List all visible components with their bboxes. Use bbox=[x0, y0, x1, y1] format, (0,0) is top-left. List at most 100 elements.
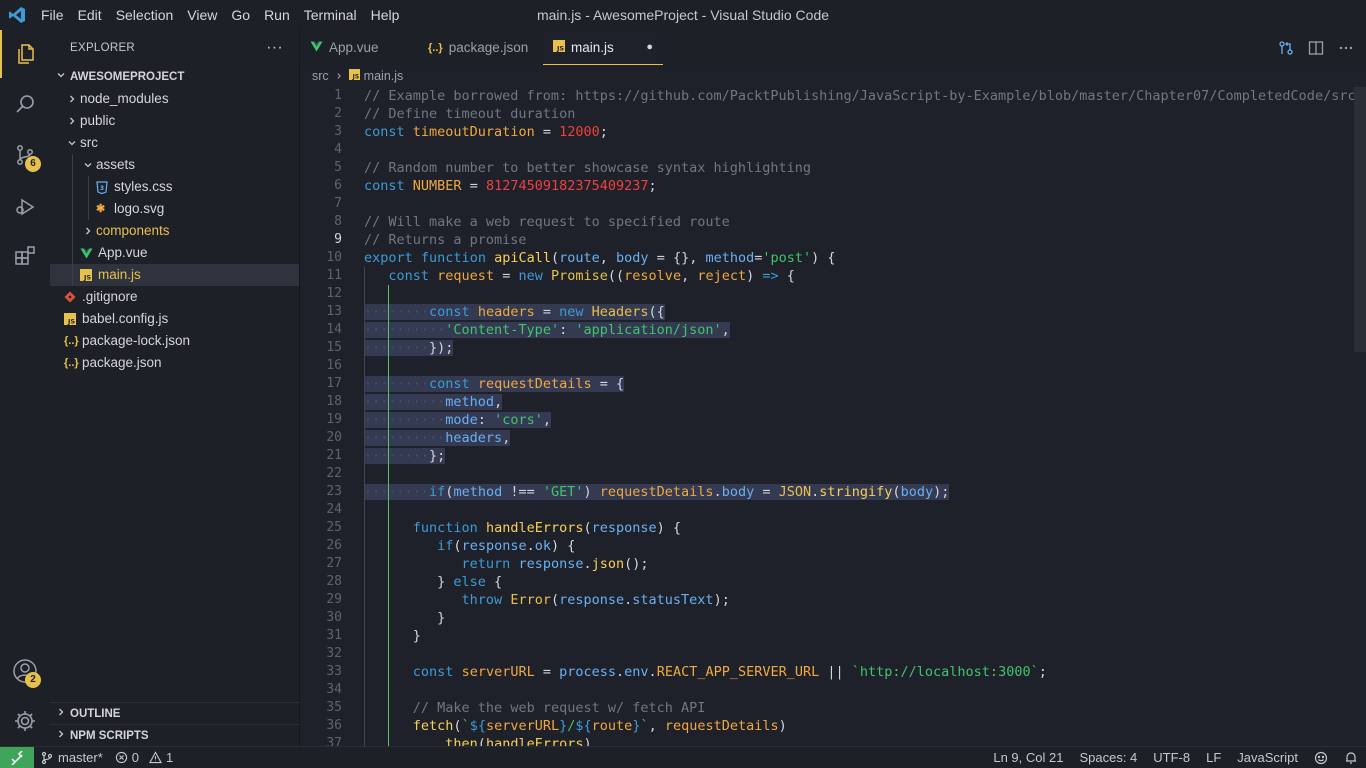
code-line[interactable]: fetch(`${serverURL}/${route}`, requestDe… bbox=[364, 717, 1366, 735]
more-actions-button[interactable]: ··· bbox=[266, 30, 283, 66]
code-line[interactable] bbox=[364, 501, 1366, 519]
code-line[interactable]: ········const requestDetails = { bbox=[364, 375, 1366, 393]
tree-file-babel-config[interactable]: JS babel.config.js bbox=[50, 308, 299, 330]
code-line[interactable] bbox=[364, 465, 1366, 483]
menu-view[interactable]: View bbox=[180, 0, 224, 30]
tree-folder-node-modules[interactable]: node_modules bbox=[50, 88, 299, 110]
tree-folder-public[interactable]: public bbox=[50, 110, 299, 132]
tree-file-app-vue[interactable]: App.vue bbox=[50, 242, 299, 264]
code-line[interactable] bbox=[364, 195, 1366, 213]
code-line[interactable]: if(response.ok) { bbox=[364, 537, 1366, 555]
indent-guide bbox=[364, 735, 365, 746]
code-line[interactable]: // Returns a promise bbox=[364, 231, 1366, 249]
menu-edit[interactable]: Edit bbox=[71, 0, 109, 30]
code-line[interactable]: ········}); bbox=[364, 339, 1366, 357]
more-icon[interactable] bbox=[1338, 40, 1354, 56]
code-line[interactable]: } bbox=[364, 627, 1366, 645]
menu-terminal[interactable]: Terminal bbox=[297, 0, 364, 30]
tree-folder-assets[interactable]: assets bbox=[50, 154, 299, 176]
code-line[interactable]: ········const headers = new Headers({ bbox=[364, 303, 1366, 321]
code-line[interactable]: function handleErrors(response) { bbox=[364, 519, 1366, 537]
tree-folder-components[interactable]: components bbox=[50, 220, 299, 242]
remote-button[interactable] bbox=[0, 746, 34, 768]
menu-selection[interactable]: Selection bbox=[109, 0, 181, 30]
active-indent-guide bbox=[388, 717, 390, 735]
code-line[interactable] bbox=[364, 285, 1366, 303]
active-indent-guide bbox=[388, 573, 390, 591]
code-line[interactable]: export function apiCall(route, body = {}… bbox=[364, 249, 1366, 267]
tree-file-main-js[interactable]: JS main.js bbox=[50, 264, 299, 286]
code-text: ········if(method !== 'GET') requestDeta… bbox=[364, 484, 950, 500]
code-line[interactable] bbox=[364, 141, 1366, 159]
branch-status[interactable]: master* bbox=[34, 750, 109, 765]
menu-help[interactable]: Help bbox=[364, 0, 407, 30]
encoding[interactable]: UTF-8 bbox=[1145, 750, 1198, 765]
tab-main-js[interactable]: JS main.js ● bbox=[543, 30, 663, 65]
tree-folder-src[interactable]: src bbox=[50, 132, 299, 154]
code-line[interactable]: const timeoutDuration = 12000; bbox=[364, 123, 1366, 141]
line-ending[interactable]: LF bbox=[1198, 750, 1229, 765]
code-editor[interactable]: 1 2 3 4 5 6 7 8 9 10 11 12 13 14 15 16 17 18 19 20 21 22 23 24 2… bbox=[300, 87, 1366, 746]
code-line[interactable]: // Make the web request w/ fetch API bbox=[364, 699, 1366, 717]
code-line[interactable]: throw Error(response.statusText); bbox=[364, 591, 1366, 609]
problems-status[interactable]: 0 1 bbox=[109, 750, 179, 765]
code-line[interactable]: ··········mode: 'cors', bbox=[364, 411, 1366, 429]
code-line[interactable]: const request = new Promise((resolve, re… bbox=[364, 267, 1366, 285]
tab-app-vue[interactable]: App.vue bbox=[300, 30, 418, 65]
code-text: ··········headers, bbox=[364, 430, 511, 446]
breadcrumb-file[interactable]: main.js bbox=[364, 65, 404, 87]
code-line[interactable] bbox=[364, 681, 1366, 699]
code-line[interactable]: ··········headers, bbox=[364, 429, 1366, 447]
tree-file-styles-css[interactable]: 3 styles.css bbox=[50, 176, 299, 198]
open-changes-icon[interactable] bbox=[1278, 40, 1294, 56]
explorer-button[interactable] bbox=[0, 30, 50, 78]
split-editor-icon[interactable] bbox=[1308, 40, 1324, 56]
code-line[interactable]: } else { bbox=[364, 573, 1366, 591]
indent-guide bbox=[364, 429, 365, 447]
code-line[interactable]: const NUMBER = 81274509182375409237; bbox=[364, 177, 1366, 195]
code-line[interactable] bbox=[364, 357, 1366, 375]
code-line[interactable]: // Define timeout duration bbox=[364, 105, 1366, 123]
feedback-button[interactable] bbox=[1306, 750, 1336, 765]
code-line[interactable]: // Will make a web request to specified … bbox=[364, 213, 1366, 231]
npm-scripts-section-header[interactable]: NPM SCRIPTS bbox=[50, 724, 300, 746]
language-mode[interactable]: JavaScript bbox=[1229, 750, 1306, 765]
outline-section-header[interactable]: OUTLINE bbox=[50, 702, 300, 724]
code-line[interactable] bbox=[364, 645, 1366, 663]
manage-button[interactable] bbox=[0, 697, 50, 745]
code-line[interactable]: ··········method, bbox=[364, 393, 1366, 411]
code-line[interactable]: } bbox=[364, 609, 1366, 627]
line-number: 22 bbox=[326, 466, 342, 481]
accounts-button[interactable]: 2 bbox=[0, 647, 50, 695]
code-line[interactable]: // Random number to better showcase synt… bbox=[364, 159, 1366, 177]
tree-file-package-lock[interactable]: {..} package-lock.json bbox=[50, 330, 299, 352]
code-text: // Returns a promise bbox=[364, 232, 527, 248]
code-line[interactable]: return response.json(); bbox=[364, 555, 1366, 573]
run-debug-button[interactable] bbox=[0, 183, 50, 231]
search-button[interactable] bbox=[0, 80, 50, 128]
code-line[interactable]: .then(handleErrors) bbox=[364, 735, 1366, 746]
menu-run[interactable]: Run bbox=[257, 0, 297, 30]
code-line[interactable]: const serverURL = process.env.REACT_APP_… bbox=[364, 663, 1366, 681]
project-section-header[interactable]: AWESOMEPROJECT bbox=[50, 66, 299, 88]
code-line[interactable]: ··········'Content-Type': 'application/j… bbox=[364, 321, 1366, 339]
menu-file[interactable]: File bbox=[34, 0, 71, 30]
code-line[interactable]: // Example borrowed from: https://github… bbox=[364, 87, 1366, 105]
code-lines[interactable]: // Example borrowed from: https://github… bbox=[364, 87, 1366, 746]
cursor-position[interactable]: Ln 9, Col 21 bbox=[985, 750, 1071, 765]
tree-label: .gitignore bbox=[82, 289, 138, 304]
breadcrumb-folder[interactable]: src bbox=[312, 65, 329, 87]
menu-go[interactable]: Go bbox=[224, 0, 257, 30]
indentation[interactable]: Spaces: 4 bbox=[1071, 750, 1145, 765]
tree-file-package-json[interactable]: {..} package.json bbox=[50, 352, 299, 374]
vertical-scrollbar[interactable] bbox=[1354, 87, 1366, 352]
code-line[interactable]: ········if(method !== 'GET') requestDeta… bbox=[364, 483, 1366, 501]
tab-package-json[interactable]: {..} package.json bbox=[418, 30, 543, 65]
source-control-button[interactable]: 6 bbox=[0, 131, 50, 179]
tree-file-gitignore[interactable]: .gitignore bbox=[50, 286, 299, 308]
code-line[interactable]: ········}; bbox=[364, 447, 1366, 465]
unsaved-dot-icon[interactable]: ● bbox=[646, 41, 653, 53]
notifications-button[interactable] bbox=[1336, 750, 1366, 765]
extensions-button[interactable] bbox=[0, 232, 50, 280]
tree-file-logo-svg[interactable]: ✱ logo.svg bbox=[50, 198, 299, 220]
